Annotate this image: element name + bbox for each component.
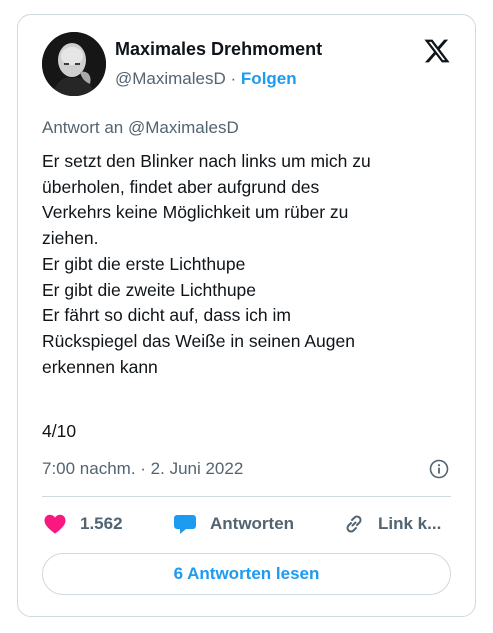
separator-dot: · [230, 69, 237, 88]
thread-number: 4/10 [42, 421, 77, 441]
author-handle-row: @MaximalesD · Folgen [115, 69, 297, 89]
author-handle[interactable]: @MaximalesD [115, 69, 226, 88]
avatar-portrait-icon [42, 32, 106, 96]
copy-link-button[interactable]: Link k... [342, 511, 441, 537]
body-line: überholen, findet aber aufgrund des [42, 176, 320, 197]
body-line: Er gibt die zweite Lichthupe [42, 279, 257, 300]
body-line: Rückspiegel das Weiße in seinen Augen [42, 330, 355, 351]
body-line: ziehen. [42, 228, 99, 249]
follow-button[interactable]: Folgen [241, 69, 297, 88]
body-line: Er gibt die erste Lichthupe [42, 253, 246, 274]
avatar[interactable] [42, 32, 106, 96]
read-replies-button[interactable]: 6 Antworten lesen [42, 553, 451, 595]
timestamp[interactable]: 7:00 nachm. · 2. Juni 2022 [42, 459, 243, 479]
body-line: Verkehrs keine Möglichkeit um rüber zu [42, 202, 349, 223]
body-line: Er fährt so dicht auf, dass ich im [42, 305, 291, 326]
tweet-body: Er setzt den Blinker nach links um mich … [42, 149, 452, 380]
x-logo-icon[interactable] [423, 37, 451, 65]
heart-icon [44, 514, 66, 534]
author-name[interactable]: Maximales Drehmoment [115, 39, 322, 60]
body-line: Er setzt den Blinker nach links um mich … [42, 151, 371, 171]
body-line: erkennen kann [42, 356, 158, 377]
info-icon[interactable] [429, 459, 449, 479]
tweet-card: Maximales Drehmoment @MaximalesD · Folge… [17, 14, 476, 617]
reply-to-label[interactable]: Antwort an @MaximalesD [42, 118, 239, 138]
reply-label: Antworten [210, 514, 295, 533]
reply-button[interactable]: Antworten [172, 511, 294, 537]
like-count: 1.562 [80, 514, 123, 533]
divider [42, 496, 451, 497]
like-button[interactable]: 1.562 [42, 511, 123, 537]
link-label: Link k... [378, 514, 442, 533]
reply-bubble-icon [174, 515, 196, 534]
link-icon [346, 515, 362, 533]
